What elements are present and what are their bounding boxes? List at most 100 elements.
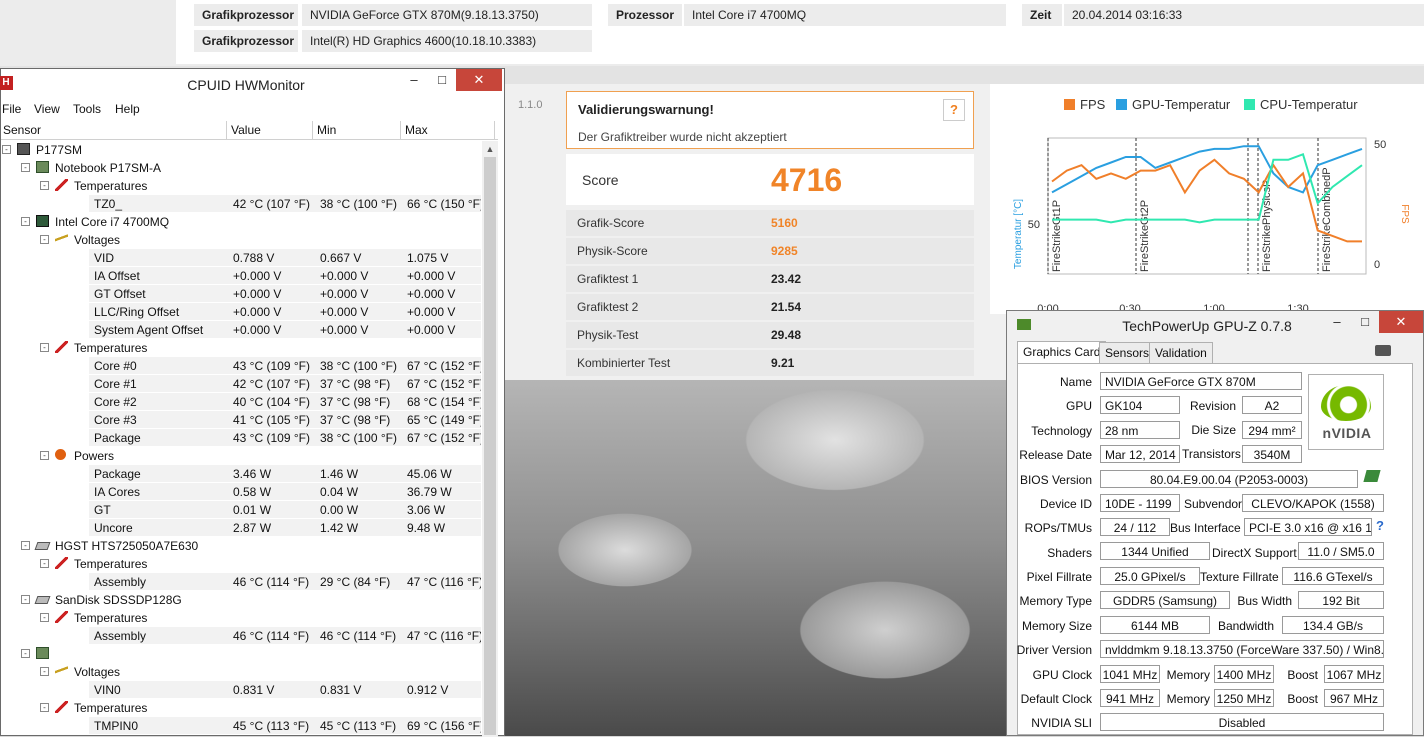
tree-node[interactable]: - HGST HTS725050A7E630 xyxy=(1,537,481,555)
sensor-row[interactable]: TZ0_ 42 °C (107 °F) 38 °C (100 °F) 66 °C (1… xyxy=(1,195,481,213)
collapse-toggle[interactable]: - xyxy=(40,235,49,244)
gpu-memory-clock-field[interactable]: 1400 MHz xyxy=(1214,665,1274,683)
sensor-row[interactable]: TMPIN0 45 °C (113 °F) 45 °C (113 °F) 69 °C … xyxy=(1,717,481,735)
column-min[interactable]: Min xyxy=(315,121,401,139)
collapse-toggle[interactable]: - xyxy=(21,163,30,172)
tree-node[interactable]: - xyxy=(1,645,481,663)
tree-node[interactable]: - Temperatures xyxy=(1,699,481,717)
collapse-toggle[interactable]: - xyxy=(40,667,49,676)
die-size-field[interactable]: 294 mm² xyxy=(1242,421,1302,439)
technology-field[interactable]: 28 nm xyxy=(1100,421,1180,439)
column-max[interactable]: Max xyxy=(403,121,495,139)
collapse-toggle[interactable]: - xyxy=(21,595,30,604)
subvendor-field[interactable]: CLEVO/KAPOK (1558) xyxy=(1242,494,1384,512)
sensor-row[interactable]: Package 43 °C (109 °F) 38 °C (100 °F) 67 °C… xyxy=(1,429,481,447)
sensor-row[interactable]: LLC/Ring Offset +0.000 V +0.000 V +0.000 V xyxy=(1,303,481,321)
collapse-toggle[interactable]: - xyxy=(40,181,49,190)
column-sensor[interactable]: Sensor xyxy=(1,121,227,139)
tree-node[interactable]: - Temperatures xyxy=(1,555,481,573)
tree-node[interactable]: - Voltages xyxy=(1,231,481,249)
menu-view[interactable]: View xyxy=(34,102,60,116)
collapse-toggle[interactable]: - xyxy=(40,559,49,568)
tree-node[interactable]: - Powers xyxy=(1,447,481,465)
scroll-up-arrow[interactable]: ▲ xyxy=(482,141,498,157)
screenshot-camera-icon[interactable] xyxy=(1375,345,1391,356)
gpuz-minimize-button[interactable]: – xyxy=(1323,311,1351,333)
sensor-row[interactable]: IA Offset +0.000 V +0.000 V +0.000 V xyxy=(1,267,481,285)
sensor-row[interactable]: VID 0.788 V 0.667 V 1.075 V xyxy=(1,249,481,267)
name-field[interactable]: NVIDIA GeForce GTX 870M xyxy=(1100,372,1302,390)
default-memory-clock-field[interactable]: 1250 MHz xyxy=(1214,689,1274,707)
release-date-field[interactable]: Mar 12, 2014 xyxy=(1100,445,1180,463)
texture-fillrate-field[interactable]: 116.6 GTexel/s xyxy=(1282,567,1384,585)
collapse-toggle[interactable]: - xyxy=(40,703,49,712)
warning-help-button[interactable]: ? xyxy=(943,99,965,121)
memory-type-field[interactable]: GDDR5 (Samsung) xyxy=(1100,591,1230,609)
gpuz-titlebar[interactable]: TechPowerUp GPU-Z 0.7.8 – □ ✕ xyxy=(1007,311,1423,339)
gpuz-maximize-button[interactable]: □ xyxy=(1351,311,1379,333)
maximize-button[interactable]: □ xyxy=(427,69,457,91)
sensor-row[interactable]: GT Offset +0.000 V +0.000 V +0.000 V xyxy=(1,285,481,303)
tree-node[interactable]: - Temperatures xyxy=(1,177,481,195)
sensor-row[interactable]: Core #2 40 °C (104 °F) 37 °C (98 °F) 68 °C … xyxy=(1,393,481,411)
bios-field[interactable]: 80.04.E9.00.04 (P2053-0003) xyxy=(1100,470,1358,488)
revision-field[interactable]: A2 xyxy=(1242,396,1302,414)
bus-width-field[interactable]: 192 Bit xyxy=(1298,591,1384,609)
gpuz-close-button[interactable]: ✕ xyxy=(1379,311,1423,333)
tree-node[interactable]: - Temperatures xyxy=(1,609,481,627)
menu-help[interactable]: Help xyxy=(115,102,140,116)
scrollbar-thumb[interactable] xyxy=(484,157,496,735)
sensor-row[interactable]: Core #0 43 °C (109 °F) 38 °C (100 °F) 67 °C… xyxy=(1,357,481,375)
memory-size-field[interactable]: 6144 MB xyxy=(1100,616,1210,634)
pixel-fillrate-field[interactable]: 25.0 GPixel/s xyxy=(1100,567,1200,585)
menu-file[interactable]: File xyxy=(2,102,21,116)
tree-node[interactable]: - Temperatures xyxy=(1,339,481,357)
sensor-row[interactable]: Assembly 46 °C (114 °F) 46 °C (114 °F) 47 °… xyxy=(1,627,481,645)
directx-field[interactable]: 11.0 / SM5.0 xyxy=(1298,542,1384,560)
tab-sensors[interactable]: Sensors xyxy=(1099,342,1156,363)
close-button[interactable]: ✕ xyxy=(456,69,502,91)
driver-field[interactable]: nvlddmkm 9.18.13.3750 (ForceWare 337.50)… xyxy=(1100,640,1384,658)
collapse-toggle[interactable]: - xyxy=(21,649,30,658)
minimize-button[interactable]: – xyxy=(399,69,429,91)
gpu-boost-clock-field[interactable]: 1067 MHz xyxy=(1324,665,1384,683)
bus-interface-help-button[interactable]: ? xyxy=(1376,518,1384,533)
gpu-field[interactable]: GK104 xyxy=(1100,396,1180,414)
default-boost-clock-field[interactable]: 967 MHz xyxy=(1324,689,1384,707)
tree-node[interactable]: - SanDisk SDSSDP128G xyxy=(1,591,481,609)
sensor-row[interactable]: Assembly 46 °C (114 °F) 29 °C (84 °F) 47 °C… xyxy=(1,573,481,591)
collapse-toggle[interactable]: - xyxy=(40,451,49,460)
sensor-row[interactable]: GT 0.01 W 0.00 W 3.06 W xyxy=(1,501,481,519)
tree-node[interactable]: - P177SM xyxy=(1,141,481,159)
hwmonitor-titlebar[interactable]: H CPUID HWMonitor – □ ✕ xyxy=(0,69,504,99)
collapse-toggle[interactable]: - xyxy=(40,613,49,622)
tab-graphics-card[interactable]: Graphics Card xyxy=(1017,341,1107,364)
tree-node[interactable]: - Intel Core i7 4700MQ xyxy=(1,213,481,231)
sensor-row[interactable]: Core #3 41 °C (105 °F) 37 °C (98 °F) 65 °C … xyxy=(1,411,481,429)
column-value[interactable]: Value xyxy=(229,121,313,139)
bandwidth-field[interactable]: 134.4 GB/s xyxy=(1282,616,1384,634)
sensor-row[interactable]: System Agent Offset +0.000 V +0.000 V +0.00… xyxy=(1,321,481,339)
rops-field[interactable]: 24 / 112 xyxy=(1100,518,1170,536)
bus-interface-field[interactable]: PCI-E 3.0 x16 @ x16 1.1 xyxy=(1244,518,1372,536)
collapse-toggle[interactable]: - xyxy=(2,145,11,154)
sensor-row[interactable]: Package 3.46 W 1.46 W 45.06 W xyxy=(1,465,481,483)
collapse-toggle[interactable]: - xyxy=(21,217,30,226)
tree-node[interactable]: - Notebook P17SM-A xyxy=(1,159,481,177)
sli-field[interactable]: Disabled xyxy=(1100,713,1384,731)
sensor-row[interactable]: IA Cores 0.58 W 0.04 W 36.79 W xyxy=(1,483,481,501)
shaders-field[interactable]: 1344 Unified xyxy=(1100,542,1210,560)
sensor-row[interactable]: VIN0 0.831 V 0.831 V 0.912 V xyxy=(1,681,481,699)
device-id-field[interactable]: 10DE - 1199 xyxy=(1100,494,1180,512)
tree-node[interactable]: - Voltages xyxy=(1,663,481,681)
tab-validation[interactable]: Validation xyxy=(1149,342,1213,363)
gpu-clock-field[interactable]: 1041 MHz xyxy=(1100,665,1160,683)
transistors-field[interactable]: 3540M xyxy=(1242,445,1302,463)
sensor-row[interactable]: Core #1 42 °C (107 °F) 37 °C (98 °F) 67 °C … xyxy=(1,375,481,393)
sensor-row[interactable]: Uncore 2.87 W 1.42 W 9.48 W xyxy=(1,519,481,537)
collapse-toggle[interactable]: - xyxy=(40,343,49,352)
collapse-toggle[interactable]: - xyxy=(21,541,30,550)
default-clock-field[interactable]: 941 MHz xyxy=(1100,689,1160,707)
sensor-value: 43 °C (109 °F) xyxy=(233,431,310,445)
menu-tools[interactable]: Tools xyxy=(73,102,101,116)
